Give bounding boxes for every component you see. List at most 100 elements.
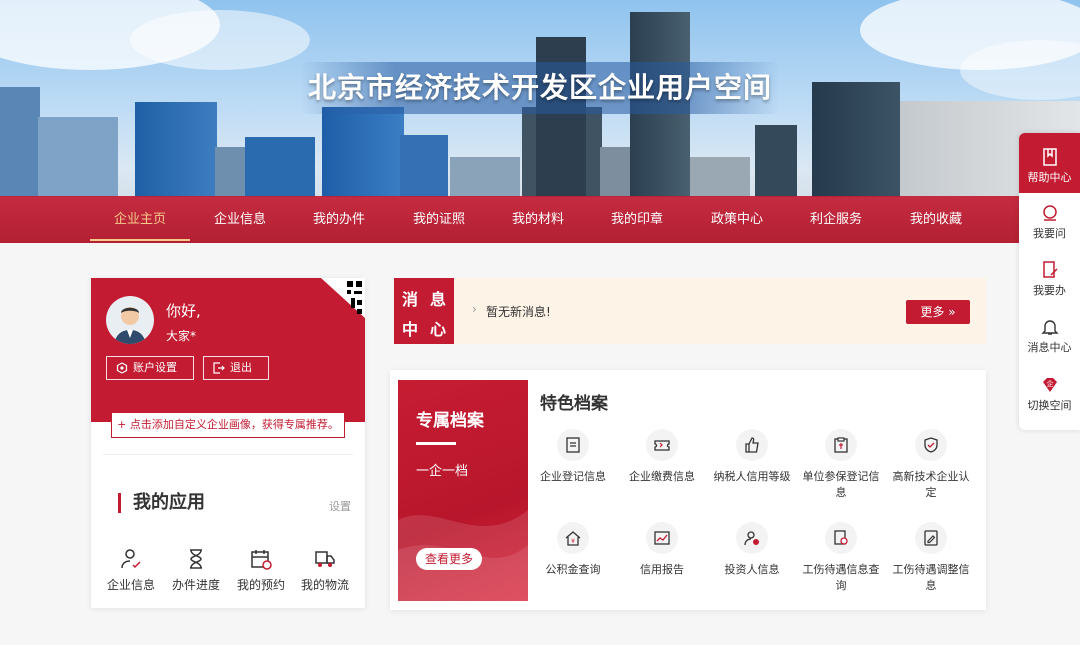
app-appointments[interactable]: 我的预约 [231, 548, 291, 593]
document-search-icon [834, 530, 848, 545]
nav-item-my-seals[interactable]: 我的印章 [587, 196, 687, 243]
greeting: 你好, [166, 302, 201, 320]
badge-char: 心 [429, 320, 446, 339]
feature-label: 工伤待遇信息查询 [802, 563, 880, 592]
sidebar-label-messages: 消息中心 [1027, 341, 1072, 354]
edit-doc-icon [1042, 261, 1058, 278]
app-label: 办件进度 [171, 578, 220, 592]
hourglass-icon [190, 549, 202, 569]
sidebar-item-messages[interactable]: 消息中心 [1019, 317, 1080, 355]
feature-housing-fund[interactable]: ¥ 公积金查询 [533, 522, 613, 578]
app-progress[interactable]: 办件进度 [166, 548, 226, 593]
feature-label: 企业缴费信息 [629, 470, 695, 483]
profile-card: 你好, 大家* 账户设置 退出 + 点击添加自定义企业画像，获得专属推荐。 我的… [91, 278, 365, 608]
banner-title: 北京市经济技术开发区企业用户空间 [307, 71, 772, 104]
feature-label: 高新技术企业认定 [892, 470, 970, 499]
feature-payment-info[interactable]: 企业缴费信息 [622, 429, 702, 485]
sidebar-item-handle[interactable]: 我要办 [1019, 260, 1080, 298]
more-messages-button[interactable]: 更多 » [906, 300, 970, 324]
truck-icon [315, 551, 335, 567]
feature-label: 纳税人信用等级 [713, 470, 791, 483]
banner: 北京市经济技术开发区企业用户空间 企业主页 企业信息 我的办件 我的证照 我的材… [0, 0, 1080, 243]
logout-icon [213, 362, 225, 374]
nav-item-favorites[interactable]: 我的收藏 [886, 196, 986, 243]
user-money-icon [744, 531, 759, 546]
feature-label: 投资人信息 [724, 563, 780, 576]
view-more-button[interactable]: 查看更多 [416, 548, 482, 570]
feature-label: 企业登记信息 [540, 470, 606, 483]
my-apps-setting-link[interactable]: 设置 [329, 498, 351, 514]
exclusive-title: 专属档案 [416, 411, 484, 431]
feature-credit-report[interactable]: 信用报告 [622, 522, 702, 578]
user-check-icon [121, 549, 141, 569]
sidebar-item-help[interactable]: 帮助中心 [1019, 133, 1080, 193]
sidebar-label-handle: 我要办 [1033, 284, 1066, 297]
app-label: 我的物流 [300, 578, 349, 592]
chevron-right-icon: › [472, 302, 477, 316]
bookmark-icon [1042, 148, 1057, 166]
chart-icon [654, 531, 670, 545]
floating-sidebar: 帮助中心 我要问 我要办 消息中心 企 切换空间 [1019, 133, 1080, 430]
ticket-icon [654, 440, 670, 451]
feature-injury-adjust[interactable]: 工伤待遇调整信息 [891, 522, 971, 594]
message-text: 暂无新消息! [486, 305, 551, 319]
feature-label: 单位参保登记信息 [802, 470, 880, 499]
svg-text:企: 企 [1046, 379, 1053, 388]
profile-header: 你好, 大家* 账户设置 退出 [91, 278, 365, 422]
thumbs-up-icon [745, 437, 759, 453]
feature-label: 信用报告 [640, 563, 684, 576]
feature-injury-query[interactable]: 工伤待遇信息查询 [801, 522, 881, 594]
add-portrait-button[interactable]: + 点击添加自定义企业画像，获得专属推荐。 [111, 412, 345, 438]
sidebar-label-ask: 我要问 [1033, 227, 1066, 240]
logout-button[interactable]: 退出 [203, 356, 269, 380]
feature-label: 工伤待遇调整信息 [892, 563, 970, 592]
clipboard-icon [834, 437, 848, 453]
banner-title-plate: 北京市经济技术开发区企业用户空间 [300, 62, 780, 114]
app-logistics[interactable]: 我的物流 [295, 548, 355, 593]
app-label: 我的预约 [236, 578, 285, 592]
nav-item-my-cases[interactable]: 我的办件 [289, 196, 389, 243]
sidebar-label-help: 帮助中心 [1027, 171, 1072, 184]
feature-insurance-registration[interactable]: 单位参保登记信息 [801, 429, 881, 501]
divider [103, 454, 353, 455]
feature-investor-info[interactable]: 投资人信息 [712, 522, 792, 578]
feature-label: 公积金查询 [545, 563, 601, 576]
nav-item-policy-center[interactable]: 政策中心 [687, 196, 787, 243]
exclusive-title-bar [416, 442, 456, 445]
nav-item-home[interactable]: 企业主页 [90, 196, 190, 243]
account-settings-label: 账户设置 [133, 361, 177, 374]
sidebar-item-switch[interactable]: 企 切换空间 [1019, 375, 1080, 413]
username: 大家* [166, 329, 197, 343]
headset-icon [1042, 205, 1057, 221]
app-company-info[interactable]: 企业信息 [101, 548, 161, 593]
account-settings-button[interactable]: 账户设置 [106, 356, 194, 380]
document-edit-icon [924, 530, 938, 546]
sidebar-item-ask[interactable]: 我要问 [1019, 203, 1080, 241]
feature-company-registration[interactable]: 企业登记信息 [533, 429, 613, 485]
qrcode-icon[interactable] [321, 278, 365, 318]
nav-item-my-licenses[interactable]: 我的证照 [389, 196, 489, 243]
badge-char: 中 [401, 320, 418, 339]
feature-high-tech[interactable]: 高新技术企业认定 [891, 429, 971, 501]
calendar-icon [251, 550, 272, 570]
sidebar-label-switch: 切换空间 [1027, 399, 1072, 412]
bell-icon [1040, 320, 1059, 335]
settings-icon [116, 362, 128, 374]
nav-item-services[interactable]: 利企服务 [786, 196, 886, 243]
exclusive-subtitle: 一企一档 [416, 464, 469, 479]
shield-check-icon [924, 437, 938, 453]
message-center: 消 息 中 心 › 暂无新消息! 更多 » [394, 278, 986, 344]
my-apps-title: 我的应用 [118, 493, 205, 513]
badge-char: 消 [401, 290, 418, 309]
message-center-badge: 消 息 中 心 [394, 278, 454, 344]
feature-tax-credit[interactable]: 纳税人信用等级 [712, 429, 792, 485]
logout-label: 退出 [230, 361, 252, 374]
features-title: 特色档案 [540, 394, 608, 414]
nav-item-my-materials[interactable]: 我的材料 [488, 196, 588, 243]
home-yen-icon: ¥ [565, 531, 581, 546]
avatar [106, 296, 154, 344]
gem-icon: 企 [1042, 378, 1057, 392]
nav-item-company-info[interactable]: 企业信息 [190, 196, 290, 243]
document-icon [566, 437, 580, 453]
exclusive-archive-panel: 专属档案 一企一档 查看更多 [398, 380, 528, 601]
